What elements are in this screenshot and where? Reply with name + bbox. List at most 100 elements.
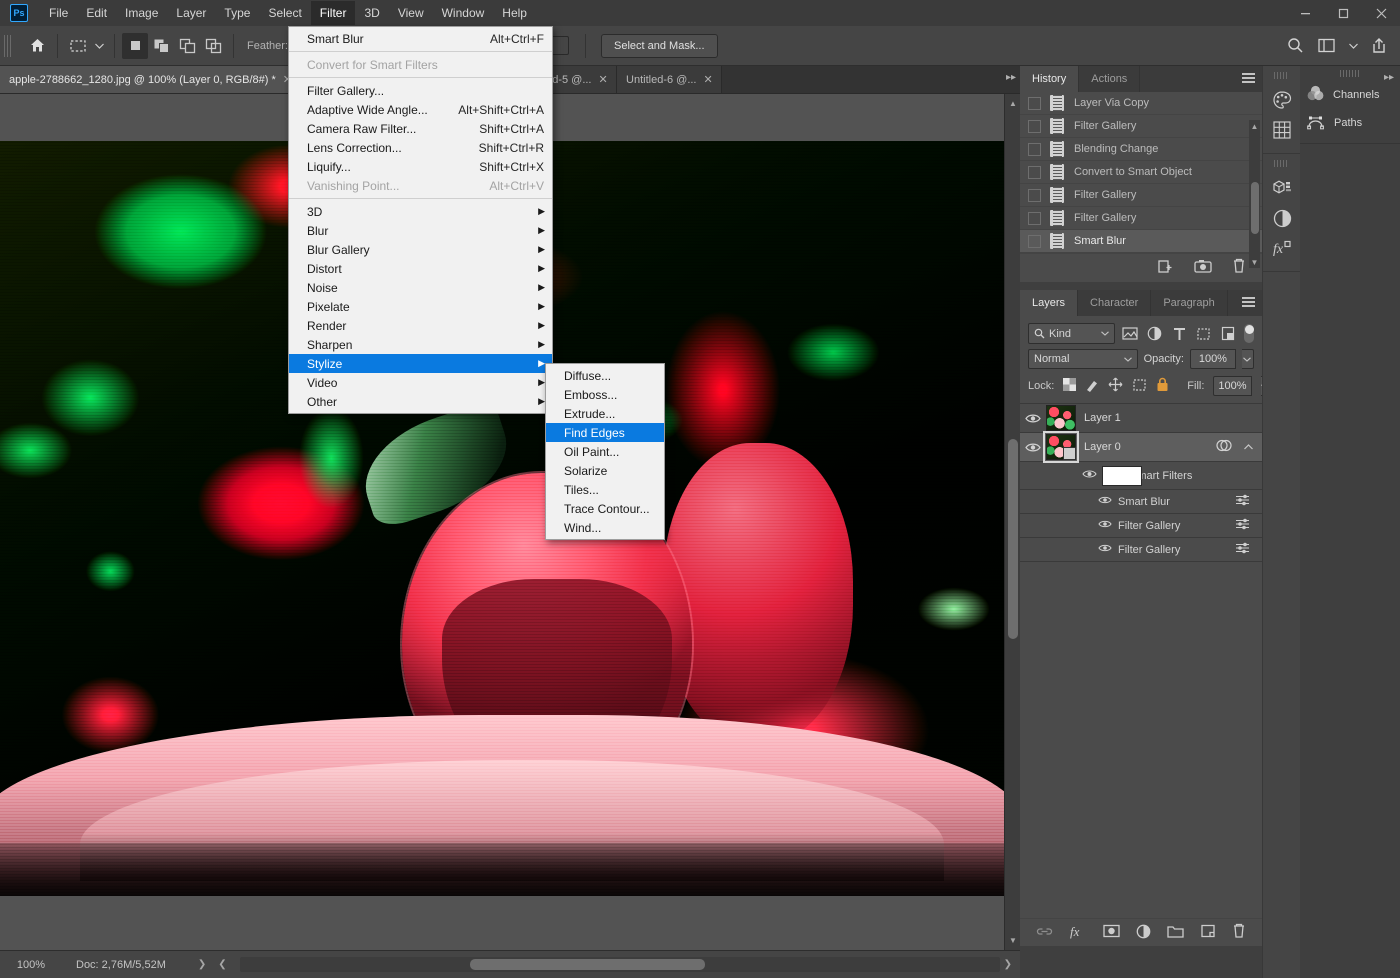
shape-filter-icon[interactable] — [1194, 324, 1213, 344]
smart-filters-visibility-eye-icon[interactable] — [1082, 469, 1097, 482]
layer-style-fx-icon[interactable]: fx — [1069, 924, 1086, 942]
smart-object-filter-icon[interactable] — [1219, 324, 1238, 344]
delete-layer-icon[interactable] — [1232, 923, 1246, 942]
lock-artboard-icon[interactable] — [1132, 378, 1147, 395]
menu-item-wind[interactable]: Wind... — [546, 518, 664, 537]
tab-actions[interactable]: Actions — [1079, 66, 1140, 92]
layer-thumbnail[interactable] — [1046, 434, 1076, 460]
fill-input[interactable]: 100% — [1213, 376, 1251, 396]
hscroll-left-icon[interactable]: ❮ — [212, 959, 232, 970]
menu-3d[interactable]: 3D — [355, 1, 388, 25]
close-button[interactable] — [1362, 0, 1400, 26]
intersect-selection-button[interactable] — [200, 33, 226, 59]
tab-bar-collapse-icon[interactable]: ▸▸ — [1006, 72, 1016, 83]
collapse-smart-filters-chevron-icon[interactable] — [1244, 441, 1253, 453]
new-adjustment-layer-icon[interactable] — [1136, 924, 1151, 942]
history-scroll-up-icon[interactable]: ▲ — [1249, 120, 1260, 132]
layer-visibility-eye-icon[interactable] — [1020, 442, 1046, 453]
history-state-checkbox[interactable] — [1028, 189, 1041, 202]
select-and-mask-button[interactable]: Select and Mask... — [601, 34, 718, 58]
history-state-row[interactable]: Filter Gallery — [1020, 184, 1262, 207]
styles-fx-icon[interactable]: fx — [1263, 233, 1301, 263]
smart-filter-visibility-eye-icon[interactable] — [1098, 495, 1112, 508]
menu-item-sharpen[interactable]: Sharpen ▶ — [289, 335, 552, 354]
add-layer-mask-icon[interactable] — [1103, 924, 1120, 941]
smart-filter-blending-options-icon[interactable] — [1235, 494, 1250, 509]
channels-panel-grip[interactable] — [1340, 70, 1360, 77]
opacity-input[interactable]: 100% — [1190, 349, 1236, 369]
share-icon[interactable] — [1366, 33, 1392, 59]
menu-item-oil-paint[interactable]: Oil Paint... — [546, 442, 664, 461]
menu-item-stylize[interactable]: Stylize ▶ — [289, 354, 552, 373]
zoom-level[interactable]: 100% — [0, 959, 62, 971]
menu-item-video[interactable]: Video ▶ — [289, 373, 552, 392]
history-state-checkbox[interactable] — [1028, 120, 1041, 133]
pixel-filter-icon[interactable] — [1121, 324, 1140, 344]
menu-help[interactable]: Help — [493, 1, 536, 25]
layer-visibility-eye-icon[interactable] — [1020, 413, 1046, 424]
menu-item-noise[interactable]: Noise ▶ — [289, 278, 552, 297]
menu-item-render[interactable]: Render ▶ — [289, 316, 552, 335]
menu-file[interactable]: File — [40, 1, 77, 25]
layer-filter-kind-select[interactable]: Kind — [1028, 323, 1115, 344]
menu-type[interactable]: Type — [215, 1, 259, 25]
menu-select[interactable]: Select — [259, 1, 310, 25]
menu-layer[interactable]: Layer — [167, 1, 215, 25]
menu-item-convert-for-smart-filters[interactable]: Convert for Smart Filters — [289, 55, 552, 74]
document-tab-apple[interactable]: apple-2788662_1280.jpg @ 100% (Layer 0, … — [0, 66, 302, 93]
search-icon[interactable] — [1282, 33, 1308, 59]
workspace-icon[interactable] — [1314, 33, 1340, 59]
menu-item-liquify[interactable]: Liquify... Shift+Ctrl+X — [289, 157, 552, 176]
3d-panel-icon[interactable] — [1263, 173, 1301, 203]
delete-icon[interactable] — [1232, 258, 1246, 277]
lock-position-icon[interactable] — [1108, 377, 1123, 395]
minimize-button[interactable] — [1286, 0, 1324, 26]
horizontal-scroll-thumb[interactable] — [470, 959, 705, 970]
home-icon[interactable] — [24, 33, 50, 59]
new-layer-icon[interactable] — [1201, 924, 1216, 941]
panel-row-channels[interactable]: Channels — [1300, 81, 1400, 109]
menu-item-3d[interactable]: 3D ▶ — [289, 202, 552, 221]
layer-name[interactable]: Layer 0 — [1084, 441, 1121, 453]
tab-paragraph[interactable]: Paragraph — [1151, 290, 1227, 316]
maximize-button[interactable] — [1324, 0, 1362, 26]
menu-item-find-edges[interactable]: Find Edges — [546, 423, 664, 442]
link-layers-icon[interactable] — [1036, 926, 1053, 940]
history-scroll-down-icon[interactable]: ▼ — [1249, 256, 1260, 268]
status-expand-icon[interactable]: ❯ — [192, 959, 212, 970]
smart-filters-header-row[interactable]: Smart Filters — [1020, 462, 1262, 490]
lock-transparent-pixels-icon[interactable] — [1063, 378, 1076, 394]
color-swatches-icon[interactable] — [1263, 85, 1301, 115]
history-state-row[interactable]: Layer Via Copy — [1020, 92, 1262, 115]
new-group-icon[interactable] — [1167, 925, 1184, 941]
canvas-vertical-scrollbar[interactable]: ▲ ▼ — [1004, 94, 1020, 950]
menu-item-camera-raw-filter[interactable]: Camera Raw Filter... Shift+Ctrl+A — [289, 119, 552, 138]
menu-window[interactable]: Window — [433, 1, 494, 25]
smart-filter-blending-options-icon[interactable] — [1235, 518, 1250, 533]
history-state-checkbox[interactable] — [1028, 143, 1041, 156]
history-state-row[interactable]: Filter Gallery — [1020, 207, 1262, 230]
close-icon[interactable]: ✕ — [598, 73, 607, 86]
tab-layers[interactable]: Layers — [1020, 290, 1078, 316]
dock-collapse-icon[interactable]: ▸▸ — [1384, 72, 1394, 83]
menu-item-other[interactable]: Other ▶ — [289, 392, 552, 411]
menu-item-vanishing-point[interactable]: Vanishing Point... Alt+Ctrl+V — [289, 176, 552, 195]
history-state-checkbox[interactable] — [1028, 166, 1041, 179]
smart-filter-blending-options-icon[interactable] — [1235, 542, 1250, 557]
add-to-selection-button[interactable] — [148, 33, 174, 59]
close-icon[interactable]: ✕ — [703, 73, 712, 86]
create-snapshot-icon[interactable] — [1194, 259, 1212, 276]
menu-item-trace-contour[interactable]: Trace Contour... — [546, 499, 664, 518]
options-bar-grip[interactable] — [4, 35, 11, 57]
lock-image-pixels-icon[interactable] — [1085, 378, 1099, 395]
history-state-row[interactable]: Filter Gallery — [1020, 115, 1262, 138]
new-document-from-state-icon[interactable] — [1158, 259, 1174, 277]
canvas-horizontal-scrollbar[interactable] — [240, 957, 1000, 972]
scroll-down-icon[interactable]: ▼ — [1005, 933, 1021, 948]
menu-item-filter-gallery[interactable]: Filter Gallery... — [289, 81, 552, 100]
menu-item-solarize[interactable]: Solarize — [546, 461, 664, 480]
layer-row-layer-0[interactable]: Layer 0 — [1020, 433, 1262, 462]
tab-history[interactable]: History — [1020, 66, 1079, 92]
opacity-stepper-chevron-icon[interactable] — [1242, 349, 1254, 369]
tool-preset-chevron-icon[interactable] — [91, 33, 107, 59]
